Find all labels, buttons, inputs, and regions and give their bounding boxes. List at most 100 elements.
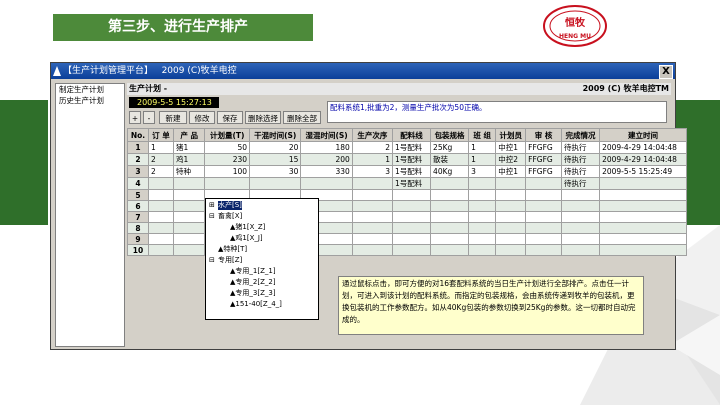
table-row[interactable]: 2 2 鸡1 230 15 200 1 1号配料 散装 1 中控2 FFGFG 待执行 2009-4-29…: [127, 153, 687, 166]
table-cell[interactable]: [249, 177, 302, 190]
table-cell[interactable]: FFGFG: [525, 141, 563, 154]
table-cell[interactable]: [300, 177, 353, 190]
col-status[interactable]: 完成情况: [561, 128, 601, 142]
close-button[interactable]: X: [659, 65, 673, 79]
table-cell[interactable]: [468, 222, 497, 234]
table-cell[interactable]: 待执行: [561, 165, 601, 178]
table-cell[interactable]: FFGFG: [525, 153, 563, 166]
tree-item-dedicated-1[interactable]: ▲专用_1[Z_1]: [230, 267, 276, 276]
table-cell[interactable]: [430, 222, 470, 234]
table-cell[interactable]: [468, 211, 497, 223]
table-cell[interactable]: 中控2: [495, 153, 527, 166]
table-cell[interactable]: [561, 200, 601, 212]
table-cell[interactable]: 20: [249, 141, 302, 154]
col-no[interactable]: No.: [127, 128, 149, 142]
add-row-button[interactable]: +: [129, 111, 141, 124]
new-button[interactable]: 新建: [159, 111, 187, 124]
table-cell[interactable]: 40Kg: [430, 165, 470, 178]
table-cell[interactable]: 2009-4-29 14:04:48: [599, 141, 687, 154]
table-cell[interactable]: 散装: [430, 153, 470, 166]
table-cell[interactable]: 1号配料: [391, 141, 432, 154]
table-cell[interactable]: [561, 222, 601, 234]
table-cell[interactable]: [599, 200, 687, 212]
table-cell[interactable]: [391, 233, 432, 245]
table-cell[interactable]: [391, 211, 432, 223]
table-cell[interactable]: 9: [127, 233, 149, 245]
table-cell[interactable]: 待执行: [561, 153, 601, 166]
table-cell[interactable]: [172, 177, 206, 190]
table-cell[interactable]: [391, 189, 432, 201]
table-cell[interactable]: 鸡1: [172, 153, 206, 166]
col-plan-qty[interactable]: 计划量(T): [204, 128, 251, 142]
table-cell[interactable]: [599, 211, 687, 223]
table-cell[interactable]: [430, 211, 470, 223]
table-cell[interactable]: [351, 211, 394, 223]
table-cell[interactable]: [172, 211, 206, 223]
table-cell[interactable]: [525, 177, 563, 190]
table-cell[interactable]: 中控1: [495, 165, 527, 178]
table-cell[interactable]: 特种: [172, 165, 206, 178]
table-cell[interactable]: [351, 200, 394, 212]
table-cell[interactable]: [147, 233, 174, 245]
col-wet-mix[interactable]: 湿混时间(S): [300, 128, 353, 142]
col-order[interactable]: 订 单: [147, 128, 174, 142]
table-cell[interactable]: 4: [127, 177, 149, 190]
tree-item-chicken[interactable]: ▲鸡1[X_J]: [230, 234, 263, 243]
table-cell[interactable]: [430, 189, 470, 201]
table-cell[interactable]: [351, 222, 394, 234]
table-cell[interactable]: [561, 233, 601, 245]
col-product[interactable]: 产 品: [172, 128, 206, 142]
table-cell[interactable]: 7: [127, 211, 149, 223]
table-cell[interactable]: 180: [300, 141, 353, 154]
table-cell[interactable]: [495, 222, 527, 234]
tree-toggle-icon[interactable]: ⊟: [209, 212, 215, 221]
col-dry-mix[interactable]: 干混时间(S): [249, 128, 302, 142]
table-cell[interactable]: [525, 200, 563, 212]
table-cell[interactable]: [468, 244, 497, 256]
table-cell[interactable]: 15: [249, 153, 302, 166]
table-cell[interactable]: [525, 244, 563, 256]
table-cell[interactable]: [391, 222, 432, 234]
tree-item-dedicated-4[interactable]: ▲151-40[Z_4_]: [230, 300, 282, 309]
table-cell[interactable]: 25Kg: [430, 141, 470, 154]
table-cell[interactable]: [430, 233, 470, 245]
table-cell[interactable]: [468, 189, 497, 201]
table-cell[interactable]: 1: [147, 141, 174, 154]
edit-button[interactable]: 修改: [189, 111, 215, 124]
delete-all-button[interactable]: 删除全部: [283, 111, 321, 124]
save-button[interactable]: 保存: [217, 111, 243, 124]
table-cell[interactable]: [525, 222, 563, 234]
table-cell[interactable]: [351, 189, 394, 201]
col-created[interactable]: 建立时间: [599, 128, 687, 142]
table-cell[interactable]: [147, 222, 174, 234]
col-package[interactable]: 包装规格: [430, 128, 470, 142]
table-cell[interactable]: 5: [127, 189, 149, 201]
tree-toggle-icon[interactable]: ⊞: [209, 201, 215, 210]
table-cell[interactable]: 3: [127, 165, 149, 178]
tree-item-livestock[interactable]: 畜禽[X]: [218, 212, 242, 221]
table-row[interactable]: 4 1号配料 待执行: [127, 177, 687, 190]
table-cell[interactable]: 50: [204, 141, 251, 154]
table-cell[interactable]: 1号配料: [391, 165, 432, 178]
table-cell[interactable]: [172, 189, 206, 201]
tree-item-dedicated-2[interactable]: ▲专用_2[Z_2]: [230, 278, 276, 287]
table-row[interactable]: 1 1 猪1 50 20 180 2 1号配料 25Kg 1 中控1 FFGFG 待执行 2009-4-2…: [127, 141, 687, 154]
table-cell[interactable]: 2: [147, 153, 174, 166]
table-cell[interactable]: 待执行: [561, 177, 601, 190]
col-team[interactable]: 班 组: [468, 128, 497, 142]
table-cell[interactable]: [351, 244, 394, 256]
table-cell[interactable]: [172, 233, 206, 245]
table-cell[interactable]: 1: [351, 153, 394, 166]
table-cell[interactable]: [351, 177, 394, 190]
table-cell[interactable]: [172, 200, 206, 212]
table-cell[interactable]: [561, 189, 601, 201]
table-cell[interactable]: [468, 233, 497, 245]
product-dropdown[interactable]: ⊞ 水产[S] ⊟ 畜禽[X] ▲猪1[X_Z] ▲鸡1[X_J] ▲特种[T]…: [205, 198, 319, 320]
table-cell[interactable]: [495, 244, 527, 256]
table-cell[interactable]: 2: [127, 153, 149, 166]
table-cell[interactable]: 6: [127, 200, 149, 212]
table-cell[interactable]: [430, 244, 470, 256]
sidebar-item-plan[interactable]: 制定生产计划: [56, 84, 124, 95]
table-cell[interactable]: 1号配料: [391, 177, 432, 190]
table-cell[interactable]: 待执行: [561, 141, 601, 154]
